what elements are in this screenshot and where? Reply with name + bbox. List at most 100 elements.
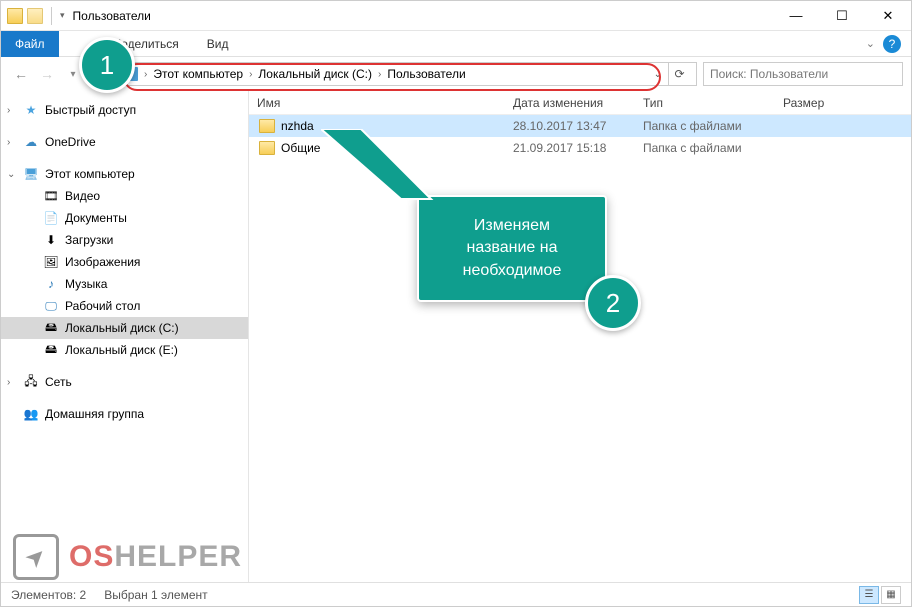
nav-this-pc[interactable]: ⌄ 🖥 Этот компьютер — [1, 163, 248, 185]
pc-icon: 🖥 — [23, 166, 39, 182]
folder-icon — [7, 8, 23, 24]
nav-label: Изображения — [65, 255, 140, 269]
window-title: Пользователи — [73, 9, 151, 23]
document-icon: 📄 — [43, 210, 59, 226]
nav-label: Рабочий стол — [65, 299, 140, 313]
quick-access-toolbar: ▾ — [1, 7, 65, 25]
main-area: › ★ Быстрый доступ › ☁ OneDrive ⌄ 🖥 Этот… — [1, 91, 911, 582]
nav-quick-access[interactable]: › ★ Быстрый доступ — [1, 99, 248, 121]
ribbon: Файл Поделиться Вид ⌄ ? — [1, 31, 911, 57]
nav-video[interactable]: 🎞 Видео — [1, 185, 248, 207]
col-name[interactable]: Имя — [249, 96, 505, 110]
drive-icon: 🖴 — [43, 342, 59, 358]
view-icons-button[interactable]: ▦ — [881, 586, 901, 604]
col-type[interactable]: Тип — [635, 96, 775, 110]
folder-icon — [27, 8, 43, 24]
minimize-button[interactable]: ― — [773, 1, 819, 31]
chevron-right-icon: › — [378, 69, 381, 80]
folder-icon — [259, 141, 275, 155]
nav-label: Сеть — [45, 375, 72, 389]
ribbon-expand-icon[interactable]: ⌄ — [866, 37, 875, 50]
homegroup-icon: 👥 — [23, 406, 39, 422]
col-date[interactable]: Дата изменения — [505, 96, 635, 110]
annotation-badge-2: 2 — [585, 275, 641, 331]
file-type: Папка с файлами — [635, 119, 775, 133]
chevron-right-icon: › — [249, 69, 252, 80]
qat-dropdown-icon[interactable]: ▾ — [60, 10, 65, 21]
col-size[interactable]: Размер — [775, 96, 875, 110]
nav-pictures[interactable]: 🖼 Изображения — [1, 251, 248, 273]
breadcrumb-seg[interactable]: Пользователи — [387, 67, 465, 81]
separator — [51, 7, 52, 25]
status-bar: Элементов: 2 Выбран 1 элемент ☰ ▦ — [1, 582, 911, 606]
callout-line: необходимое — [441, 260, 583, 282]
watermark-os: OS — [69, 540, 114, 573]
nav-disk-c[interactable]: 🖴 Локальный диск (C:) — [1, 317, 248, 339]
music-icon: ♪ — [43, 276, 59, 292]
watermark: ➤ OSHELPER — [13, 534, 242, 580]
collapse-icon[interactable]: ⌄ — [7, 169, 17, 180]
nav-label: Документы — [65, 211, 127, 225]
annotation-badge-1: 1 — [79, 37, 135, 93]
nav-documents[interactable]: 📄 Документы — [1, 207, 248, 229]
network-icon: 🖧 — [23, 374, 39, 390]
cloud-icon: ☁ — [23, 134, 39, 150]
tab-file[interactable]: Файл — [1, 31, 59, 57]
desktop-icon: 🖵 — [43, 298, 59, 314]
expand-icon[interactable]: › — [7, 105, 17, 116]
nav-label: Музыка — [65, 277, 107, 291]
nav-forward-button[interactable]: → — [35, 62, 59, 86]
watermark-cursor-icon: ➤ — [13, 534, 59, 580]
nav-desktop[interactable]: 🖵 Рабочий стол — [1, 295, 248, 317]
expand-icon[interactable]: › — [7, 137, 17, 148]
nav-homegroup[interactable]: 👥 Домашняя группа — [1, 403, 248, 425]
annotation-arrow-icon — [321, 129, 441, 209]
chevron-right-icon: › — [144, 69, 147, 80]
breadcrumb-seg[interactable]: Этот компьютер — [153, 67, 243, 81]
address-row: ← → ▾ ↑ › Этот компьютер › Локальный дис… — [1, 57, 911, 91]
callout-line: название на — [441, 237, 583, 259]
video-icon: 🎞 — [43, 188, 59, 204]
file-name: Общие — [281, 141, 320, 155]
nav-label: Домашняя группа — [45, 407, 144, 421]
nav-onedrive[interactable]: › ☁ OneDrive — [1, 131, 248, 153]
nav-label: Загрузки — [65, 233, 113, 247]
navigation-pane: › ★ Быстрый доступ › ☁ OneDrive ⌄ 🖥 Этот… — [1, 91, 249, 582]
nav-label: Этот компьютер — [45, 167, 135, 181]
nav-label: Локальный диск (C:) — [65, 321, 179, 335]
watermark-helper: HELPER — [114, 540, 242, 573]
nav-disk-e[interactable]: 🖴 Локальный диск (E:) — [1, 339, 248, 361]
help-icon[interactable]: ? — [883, 35, 901, 53]
addr-dropdown-icon[interactable]: ⌄ — [654, 69, 662, 80]
tab-view[interactable]: Вид — [193, 31, 243, 57]
address-bar[interactable]: › Этот компьютер › Локальный диск (C:) ›… — [117, 62, 697, 86]
nav-back-button[interactable]: ← — [9, 62, 33, 86]
search-input[interactable]: Поиск: Пользователи — [703, 62, 903, 86]
maximize-button[interactable]: ☐ — [819, 1, 865, 31]
nav-label: Быстрый доступ — [45, 103, 136, 117]
file-name: nzhda — [281, 119, 314, 133]
title-bar: ▾ Пользователи ― ☐ ✕ — [1, 1, 911, 31]
status-count: Элементов: 2 — [11, 588, 86, 602]
nav-downloads[interactable]: ⬇ Загрузки — [1, 229, 248, 251]
drive-icon: 🖴 — [43, 320, 59, 336]
nav-network[interactable]: › 🖧 Сеть — [1, 371, 248, 393]
callout-line: Изменяем — [441, 215, 583, 237]
download-icon: ⬇ — [43, 232, 59, 248]
nav-music[interactable]: ♪ Музыка — [1, 273, 248, 295]
breadcrumb-seg[interactable]: Локальный диск (C:) — [258, 67, 372, 81]
status-selected: Выбран 1 элемент — [104, 588, 207, 602]
close-button[interactable]: ✕ — [865, 1, 911, 31]
view-details-button[interactable]: ☰ — [859, 586, 879, 604]
nav-label: Локальный диск (E:) — [65, 343, 178, 357]
star-icon: ★ — [23, 102, 39, 118]
refresh-button[interactable]: ⟳ — [668, 63, 690, 85]
annotation-callout: Изменяем название на необходимое — [417, 195, 607, 302]
nav-label: Видео — [65, 189, 100, 203]
folder-icon — [259, 119, 275, 133]
nav-label: OneDrive — [45, 135, 96, 149]
window-controls: ― ☐ ✕ — [773, 1, 911, 31]
expand-icon[interactable]: › — [7, 377, 17, 388]
pictures-icon: 🖼 — [43, 254, 59, 270]
file-date: 21.09.2017 15:18 — [505, 141, 635, 155]
